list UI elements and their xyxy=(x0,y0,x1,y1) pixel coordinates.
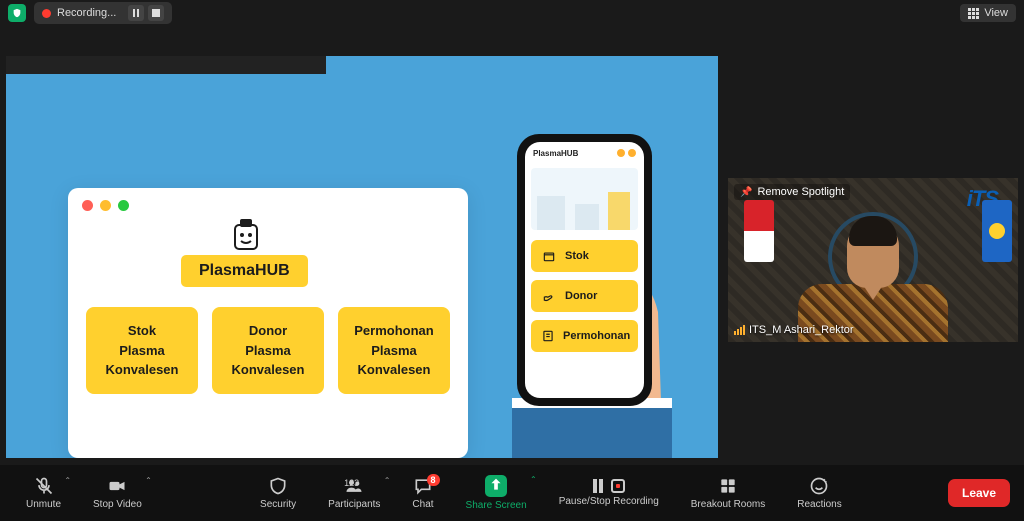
recording-stop-button[interactable] xyxy=(148,5,164,21)
form-icon xyxy=(541,328,555,344)
chevron-up-icon[interactable]: ⌃ xyxy=(145,476,152,485)
pause-stop-icon xyxy=(593,479,625,493)
view-button[interactable]: View xyxy=(960,4,1016,22)
window-close-dot-icon xyxy=(82,200,93,211)
grid4-icon xyxy=(718,476,738,496)
chevron-up-icon[interactable]: ⌃ xyxy=(530,475,537,484)
participant-name-label: ITS_M Ashari_Rektor xyxy=(734,324,854,336)
share-icon xyxy=(485,475,507,497)
box-icon xyxy=(541,248,557,264)
window-dots xyxy=(68,188,468,223)
meeting-toolbar: ⌃ Unmute ⌃ Stop Video Security ⌃ 123 Par… xyxy=(0,465,1024,521)
window-max-dot-icon xyxy=(118,200,129,211)
phone-mockup: PlasmaHUB Stok Donor Permohonan xyxy=(517,134,652,406)
grid-icon xyxy=(968,8,979,19)
video-icon xyxy=(107,476,127,496)
participant-video: iTS xyxy=(728,178,1018,342)
chat-badge: 8 xyxy=(427,474,440,486)
bloodbag-icon xyxy=(231,219,261,260)
breakout-rooms-button[interactable]: Breakout Rooms xyxy=(679,472,777,514)
chevron-up-icon[interactable]: ⌃ xyxy=(384,476,391,485)
window-min-dot-icon xyxy=(100,200,111,211)
phone-card-stok: Stok xyxy=(531,240,638,272)
phone-app-title: PlasmaHUB xyxy=(533,149,578,158)
signal-icon xyxy=(734,325,745,335)
chevron-up-icon[interactable]: ⌃ xyxy=(64,476,71,485)
pause-stop-recording-button[interactable]: Pause/Stop Recording xyxy=(547,475,671,511)
reactions-button[interactable]: Reactions xyxy=(785,472,853,514)
remove-spotlight-button[interactable]: 📌 Remove Spotlight xyxy=(734,184,850,200)
security-button[interactable]: Security xyxy=(248,472,308,514)
recording-indicator: Recording... xyxy=(34,2,172,24)
shield-icon xyxy=(268,476,288,496)
hand-heart-icon xyxy=(541,288,557,304)
view-label: View xyxy=(984,7,1008,19)
web-card-permohonan: Permohonan Plasma Konvalesen xyxy=(338,307,450,394)
pin-icon: 📌 xyxy=(740,187,752,198)
leave-button[interactable]: Leave xyxy=(948,479,1010,507)
shared-screen-pane: PlasmaHUB Stok Plasma Konvalesen Donor P… xyxy=(6,56,718,458)
meeting-top-bar: Recording... View xyxy=(0,0,1024,26)
presentation-black-bar xyxy=(6,56,326,74)
phone-card-donor: Donor xyxy=(531,280,638,312)
smile-icon xyxy=(809,476,829,496)
recording-dot-icon xyxy=(42,9,51,18)
web-card-donor: Donor Plasma Konvalesen xyxy=(212,307,324,394)
indonesia-flag-icon xyxy=(744,200,774,262)
mic-muted-icon xyxy=(34,476,54,496)
chat-button[interactable]: 8 Chat xyxy=(400,472,445,514)
phone-header-icons xyxy=(617,149,636,157)
web-card-stok: Stok Plasma Konvalesen xyxy=(86,307,198,394)
unmute-button[interactable]: ⌃ Unmute xyxy=(14,472,73,514)
stop-video-button[interactable]: ⌃ Stop Video xyxy=(81,472,154,514)
its-flag-icon xyxy=(982,200,1012,262)
phone-card-permohonan: Permohonan xyxy=(531,320,638,352)
encryption-shield-icon[interactable] xyxy=(8,4,26,22)
recording-label: Recording... xyxy=(57,7,116,19)
phone-banner xyxy=(531,168,638,230)
recording-pause-button[interactable] xyxy=(128,5,144,21)
browser-mockup: PlasmaHUB Stok Plasma Konvalesen Donor P… xyxy=(68,188,468,458)
participants-button[interactable]: ⌃ 123 Participants xyxy=(316,472,392,514)
participants-count: 123 xyxy=(344,478,359,488)
spotlight-video-pane[interactable]: iTS 📌 Remove Spotlight ITS_M Ashari_Rekt… xyxy=(728,178,1018,342)
share-screen-button[interactable]: ⌃ Share Screen xyxy=(454,471,539,515)
